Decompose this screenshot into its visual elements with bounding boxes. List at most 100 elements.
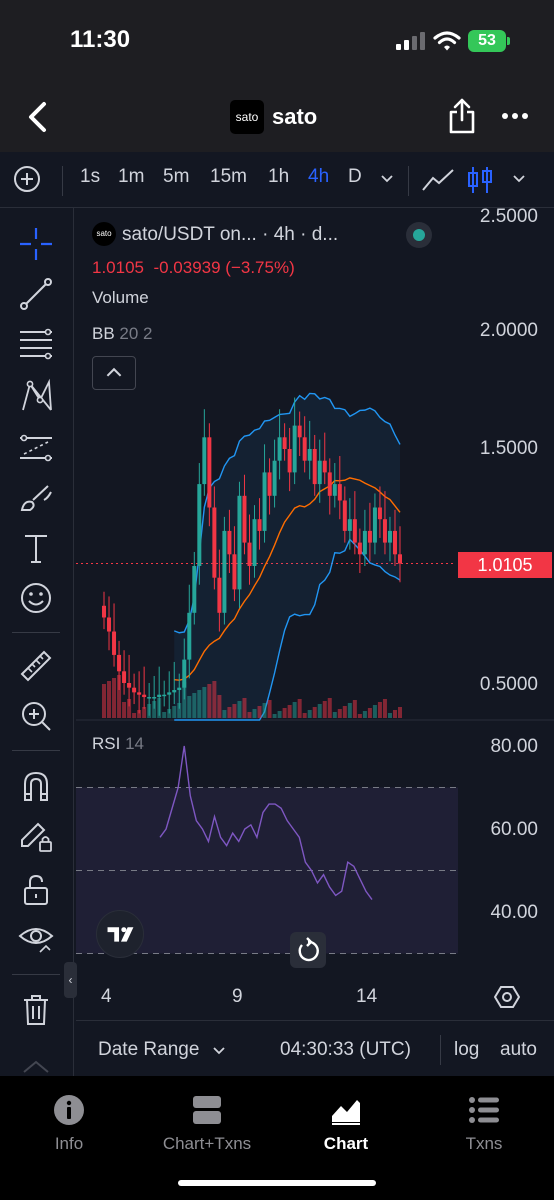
candle-body	[177, 687, 182, 691]
tab-info-label: Info	[54, 1134, 84, 1153]
pattern-tool-icon[interactable]	[18, 378, 54, 414]
tradingview-logo-icon[interactable]	[96, 910, 144, 958]
tab-chart-txns[interactable]: Chart+Txns	[138, 1094, 276, 1154]
candle-body	[162, 694, 167, 697]
zoom-in-icon[interactable]	[18, 698, 54, 734]
timeframe-15m[interactable]: 15m	[210, 166, 247, 188]
timeframe-chevron-down-icon[interactable]	[380, 172, 394, 186]
eye-visibility-icon[interactable]	[18, 920, 54, 956]
timeframe-d[interactable]: D	[348, 166, 362, 188]
collapse-legend-chevron-up-icon[interactable]	[92, 356, 136, 390]
drawing-toolbar	[0, 208, 74, 1076]
volume-bar	[272, 714, 277, 718]
auto-scale-toggle[interactable]: auto	[500, 1039, 537, 1061]
volume-bar	[107, 681, 112, 718]
more-options-icon[interactable]	[500, 104, 530, 128]
tab-txns[interactable]: Txns	[415, 1094, 553, 1154]
candle-body	[257, 519, 262, 531]
toolbar-divider	[408, 166, 409, 196]
toolbar-divider	[62, 166, 63, 196]
tab-chart[interactable]: Chart	[277, 1094, 415, 1154]
candle-body	[347, 519, 352, 531]
time-axis-label: 4	[101, 986, 112, 1007]
trash-icon[interactable]	[18, 992, 54, 1028]
timeframe-1m[interactable]: 1m	[118, 166, 144, 188]
scroll-up-chevron-icon[interactable]	[18, 1056, 54, 1076]
volume-bar	[392, 710, 397, 718]
trend-line-icon[interactable]	[18, 276, 54, 312]
text-tool-icon[interactable]	[18, 530, 54, 566]
candle-body	[207, 437, 212, 508]
volume-bar	[292, 702, 297, 718]
tab-chart-txns-label: Chart+Txns	[162, 1134, 252, 1153]
emoji-icon[interactable]	[18, 580, 54, 616]
current-price-tag: 1.0105	[458, 552, 552, 578]
volume-bar	[262, 703, 267, 718]
candle-body	[272, 460, 277, 496]
symbol-logo: sato	[92, 222, 116, 246]
timeframe-5m[interactable]: 5m	[163, 166, 189, 188]
reset-chart-icon[interactable]	[290, 932, 326, 968]
bb-params: 20 2	[119, 324, 153, 343]
chart-type-chevron-down-icon[interactable]	[512, 172, 526, 186]
volume-bar	[372, 705, 377, 718]
volume-indicator-label[interactable]: Volume	[92, 288, 149, 308]
add-symbol-icon[interactable]	[12, 164, 42, 194]
volume-bar	[232, 704, 237, 718]
ruler-measure-icon[interactable]	[18, 648, 54, 684]
toolbar-divider	[12, 750, 60, 751]
volume-bar	[267, 700, 272, 718]
line-chart-type-icon[interactable]	[420, 164, 456, 196]
utc-clock[interactable]: 04:30:33 (UTC)	[280, 1039, 411, 1061]
rsi-axis-label: 80.00	[490, 736, 538, 757]
volume-bar	[102, 684, 106, 718]
tab-chart-label: Chart	[323, 1134, 369, 1153]
rsi-axis-label: 40.00	[490, 902, 538, 923]
candle-body	[127, 683, 132, 688]
date-range-button[interactable]: Date Range	[98, 1039, 199, 1061]
candle-body	[287, 449, 292, 473]
back-chevron-icon[interactable]	[24, 100, 52, 134]
lock-drawings-icon[interactable]	[18, 818, 54, 854]
candle-body	[307, 449, 312, 461]
volume-bar	[387, 713, 392, 718]
candle-body	[212, 507, 217, 578]
price-axis-label: 2.0000	[479, 320, 538, 341]
brush-icon[interactable]	[18, 480, 54, 516]
volume-bar	[122, 702, 127, 718]
crosshair-icon[interactable]	[18, 226, 54, 262]
fib-retracement-icon[interactable]	[18, 326, 54, 362]
volume-bar	[382, 699, 387, 718]
timeframe-4h[interactable]: 4h	[308, 166, 329, 188]
candle-body	[197, 484, 202, 566]
rsi-indicator-label[interactable]: RSI 14	[92, 734, 144, 754]
candle-body	[357, 542, 362, 555]
log-scale-toggle[interactable]: log	[454, 1039, 479, 1061]
volume-bar	[287, 705, 292, 718]
settings-gear-icon[interactable]	[494, 984, 520, 1010]
volume-bar	[312, 707, 317, 718]
candle-body	[277, 437, 282, 461]
magnet-icon[interactable]	[18, 768, 54, 804]
candle-body	[382, 519, 387, 543]
time-axis-label: 9	[232, 986, 243, 1007]
volume-bar	[192, 693, 197, 718]
candle-body	[152, 697, 157, 699]
unlock-icon[interactable]	[18, 872, 54, 908]
candlestick-chart-type-icon[interactable]	[464, 164, 496, 196]
bb-indicator-label[interactable]: BB 20 2	[92, 324, 153, 344]
volume-bar	[302, 713, 307, 718]
timeframe-1h[interactable]: 1h	[268, 166, 289, 188]
candle-body	[282, 437, 287, 449]
share-icon[interactable]	[448, 96, 476, 136]
symbol-title[interactable]: sato/USDT on... · 4h · d...	[122, 224, 338, 246]
candle-body	[232, 554, 237, 590]
chart-area[interactable]: sato sato/USDT on... · 4h · d... 1.0105 …	[76, 206, 554, 1020]
candle-body	[237, 495, 242, 590]
price-axis-label: 1.5000	[479, 438, 538, 459]
volume-bar	[212, 681, 217, 718]
tab-info[interactable]: Info	[0, 1094, 138, 1154]
forecast-tool-icon[interactable]	[18, 430, 54, 466]
timeframe-1s[interactable]: 1s	[80, 166, 100, 188]
date-range-chevron-down-icon[interactable]	[212, 1044, 226, 1058]
